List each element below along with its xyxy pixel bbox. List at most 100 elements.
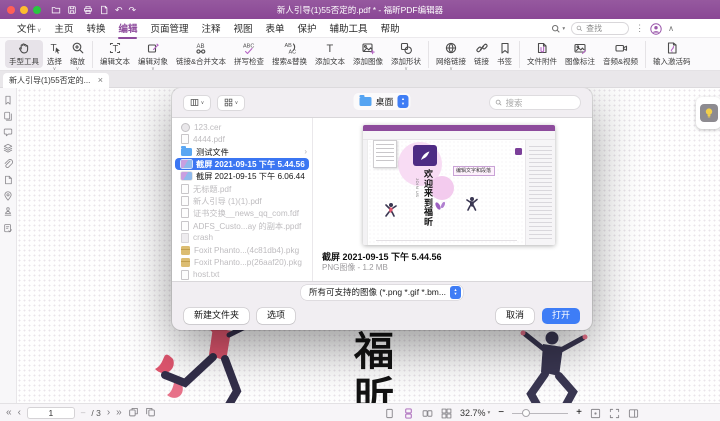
tool-file-attachment[interactable]: 文件附件 bbox=[523, 40, 561, 68]
layers-panel-icon[interactable] bbox=[3, 143, 13, 153]
bookmarks-panel-icon[interactable] bbox=[3, 95, 13, 105]
menu-accessibility-tools[interactable]: 辅助工具 bbox=[330, 21, 368, 35]
facing-continuous-view-icon[interactable] bbox=[441, 408, 452, 419]
assistant-tab[interactable] bbox=[696, 97, 720, 129]
tool-zoom[interactable]: 缩放 ∨ bbox=[66, 40, 89, 73]
more-options-icon[interactable]: ⋮ bbox=[635, 23, 644, 34]
signature-panel-icon[interactable] bbox=[3, 207, 13, 217]
folder-row[interactable]: 测试文件› bbox=[172, 146, 312, 158]
menu-comment[interactable]: 注释 bbox=[201, 21, 220, 35]
fit-page-icon[interactable] bbox=[590, 408, 601, 419]
menu-page-management[interactable]: 页面管理 bbox=[150, 21, 188, 35]
menu-home[interactable]: 主页 bbox=[54, 21, 73, 35]
view-grid-button[interactable]: ∨ bbox=[217, 95, 245, 111]
tool-search-replace[interactable]: ABAC 搜索&替换 bbox=[268, 40, 311, 68]
file-row[interactable]: 4444.pdf bbox=[172, 133, 312, 145]
tool-link[interactable]: 链接 bbox=[470, 40, 493, 68]
document-tab[interactable]: 新人引导(1)55否定的... × bbox=[3, 73, 109, 88]
previous-page-icon[interactable]: ‹ bbox=[18, 408, 21, 418]
pages-panel-icon[interactable] bbox=[3, 111, 13, 121]
tool-spellcheck[interactable]: ABC 拼写检查 bbox=[230, 40, 268, 68]
tool-link-merge-text[interactable]: AB 链接&合并文本 bbox=[172, 40, 230, 68]
menubar-right-cluster: ▾ ⋮ ∧ bbox=[551, 19, 674, 38]
file-type-filter-select[interactable]: 所有可支持的图像 (*.png *.gif *.bm... ▴▾ bbox=[301, 285, 463, 300]
location-select[interactable]: 桌面 ▴▾ bbox=[353, 93, 410, 110]
open-button[interactable]: 打开 bbox=[542, 308, 580, 324]
cancel-button[interactable]: 取消 bbox=[496, 308, 534, 324]
file-row[interactable]: 123.cer bbox=[172, 121, 312, 133]
tool-edit-text[interactable]: T 编辑文本 bbox=[96, 40, 134, 68]
find-tool-button[interactable]: ▾ bbox=[551, 24, 565, 34]
zoom-in-icon[interactable]: + bbox=[576, 408, 582, 418]
zoom-slider-knob[interactable] bbox=[522, 409, 530, 417]
continuous-view-icon[interactable] bbox=[403, 408, 414, 419]
form-check-panel-icon[interactable] bbox=[3, 223, 13, 233]
dialog-search-field[interactable] bbox=[489, 95, 581, 110]
menu-edit[interactable]: 编辑 bbox=[118, 21, 137, 35]
dialog-search-input[interactable] bbox=[506, 98, 576, 108]
menu-form[interactable]: 表单 bbox=[266, 21, 285, 35]
zoom-level-select[interactable]: 32.7% ▾ bbox=[460, 408, 490, 418]
close-tab-icon[interactable]: × bbox=[98, 76, 103, 85]
find-input[interactable] bbox=[586, 24, 624, 33]
single-page-view-icon[interactable] bbox=[384, 408, 395, 419]
tool-add-shapes[interactable]: 添加形状 ∨ bbox=[387, 40, 425, 73]
next-view-icon[interactable] bbox=[145, 407, 156, 418]
tool-activation-code[interactable]: 输入激活码 bbox=[649, 40, 695, 68]
file-row[interactable]: ADFS_Custo...ay 的副本.ppdf bbox=[172, 219, 312, 231]
fullscreen-icon[interactable] bbox=[609, 408, 620, 419]
read-mode-panel-icon[interactable] bbox=[628, 408, 639, 419]
open-folder-icon[interactable] bbox=[51, 5, 61, 15]
file-row[interactable]: 无标题.pdf bbox=[172, 182, 312, 194]
comments-panel-icon[interactable] bbox=[3, 127, 13, 137]
menu-convert[interactable]: 转换 bbox=[86, 21, 105, 35]
tool-audio-video[interactable]: 音频&视频 bbox=[599, 40, 642, 68]
first-page-icon[interactable]: « bbox=[6, 408, 12, 418]
tool-select[interactable]: T 选择 ∨ bbox=[43, 40, 66, 73]
menu-protect[interactable]: 保护 bbox=[298, 21, 317, 35]
search-replace-icon: ABAC bbox=[283, 41, 297, 55]
file-row[interactable]: Foxit Phanto...(4c81db4).pkg bbox=[172, 244, 312, 256]
file-row[interactable]: Foxit Phanto...p(26aaf20).pkg bbox=[172, 256, 312, 268]
zoom-slider[interactable] bbox=[512, 413, 568, 414]
zoom-out-icon[interactable]: − bbox=[498, 408, 504, 418]
zoom-window-button[interactable] bbox=[33, 6, 41, 14]
fields-panel-icon[interactable] bbox=[3, 175, 13, 185]
view-columns-button[interactable]: ∨ bbox=[183, 95, 211, 111]
file-row[interactable]: 新人引导 (1)(1).pdf bbox=[172, 195, 312, 207]
undo-icon[interactable]: ↶ bbox=[115, 5, 123, 15]
minimize-window-button[interactable] bbox=[20, 6, 28, 14]
menu-help[interactable]: 帮助 bbox=[381, 21, 400, 35]
redo-icon[interactable]: ↷ bbox=[129, 5, 137, 15]
save-icon[interactable] bbox=[67, 5, 77, 15]
file-row[interactable]: 证书交换__news_qq_com.fdf bbox=[172, 207, 312, 219]
destinations-panel-icon[interactable] bbox=[3, 191, 13, 201]
attachments-panel-icon[interactable] bbox=[3, 159, 13, 169]
options-button[interactable]: 选项 bbox=[257, 308, 295, 324]
tool-add-image[interactable]: 添加图像 bbox=[349, 40, 387, 68]
file-row[interactable]: 截屏 2021-09-15 下午 6.06.44 bbox=[172, 170, 312, 182]
find-field[interactable] bbox=[571, 22, 629, 35]
close-window-button[interactable] bbox=[7, 6, 15, 14]
file-row[interactable]: crash bbox=[172, 232, 312, 244]
file-row[interactable]: host.txt bbox=[172, 269, 312, 281]
new-document-icon[interactable] bbox=[99, 5, 109, 15]
tool-web-link[interactable]: 网络链接 ∨ bbox=[432, 40, 470, 73]
menu-view[interactable]: 视图 bbox=[234, 21, 253, 35]
menu-file[interactable]: 文件∨ bbox=[17, 21, 41, 35]
collapse-toolbar-icon[interactable]: ∧ bbox=[668, 24, 674, 33]
page-number-input[interactable] bbox=[27, 407, 75, 419]
tool-bookmark[interactable]: 书签 bbox=[493, 40, 516, 68]
facing-view-icon[interactable] bbox=[422, 408, 433, 419]
last-page-icon[interactable]: » bbox=[116, 408, 122, 418]
account-avatar[interactable] bbox=[650, 23, 662, 35]
print-icon[interactable] bbox=[83, 5, 93, 15]
tool-add-text[interactable]: T 添加文本 bbox=[311, 40, 349, 68]
new-folder-button[interactable]: 新建文件夹 bbox=[184, 308, 249, 324]
previous-view-icon[interactable] bbox=[128, 407, 139, 418]
tool-edit-object[interactable]: 编辑对象 ∨ bbox=[134, 40, 172, 73]
file-row-selected[interactable]: 截屏 2021-09-15 下午 5.44.56 bbox=[175, 158, 309, 170]
next-page-icon[interactable]: › bbox=[107, 408, 110, 418]
tool-hand[interactable]: 手型工具 bbox=[5, 40, 43, 68]
tool-image-annotation[interactable]: 图像标注 bbox=[561, 40, 599, 68]
